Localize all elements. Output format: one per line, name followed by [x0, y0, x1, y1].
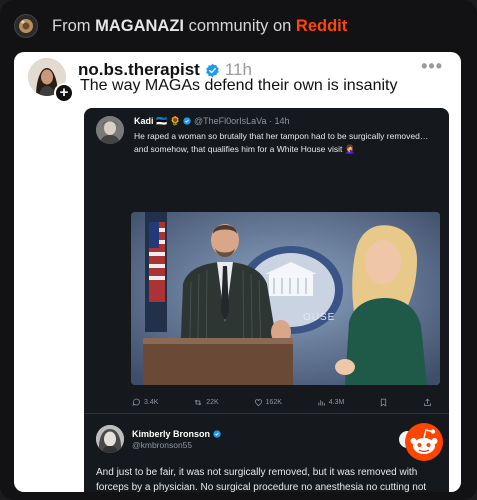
tweet-avatar-photo-icon	[96, 116, 124, 144]
reply-text: And just to be fair, it was not surgical…	[96, 467, 427, 492]
view-count-value: 4.3M	[328, 399, 345, 406]
share-action	[423, 398, 432, 407]
follow-plus-icon[interactable]: +	[54, 83, 74, 103]
community-header: From MAGANAZI community on Reddit	[0, 0, 477, 52]
tweet-actions: 3.4K 22K 162K 4.3M	[132, 398, 432, 407]
reply-count: 3.4K	[132, 398, 158, 407]
reply-icon	[132, 398, 140, 406]
tweet-name-emoji: 🇪🇪 🌻	[156, 116, 181, 126]
share-icon	[424, 398, 431, 406]
photo-sign-text: OUSE	[303, 312, 335, 323]
retweet-count: 22K	[193, 398, 219, 407]
retweet-icon	[194, 399, 202, 406]
embedded-tweet-screenshot[interactable]: Kadi 🇪🇪 🌻 @TheFl0orIsLaVa · 14h He raped…	[84, 108, 449, 492]
author-username[interactable]: no.bs.therapist	[78, 60, 200, 79]
reply-author-avatar	[96, 425, 124, 453]
community-logo-icon	[19, 19, 33, 33]
heart-icon	[254, 399, 262, 406]
bookmark-icon	[380, 398, 387, 407]
reply-author-handle: @kmbronson55	[132, 439, 193, 450]
bookmark-action	[379, 398, 388, 407]
tweet-name-line: Kadi 🇪🇪 🌻 @TheFl0orIsLaVa · 14h	[134, 116, 434, 127]
retweet-count-value: 22K	[206, 399, 219, 406]
reddit-label[interactable]: Reddit	[296, 17, 347, 35]
view-count: 4.3M	[317, 398, 345, 407]
post-card: + no.bs.therapist 11h ••• The way MAGAs d…	[14, 52, 461, 492]
community-source-text: From MAGANAZI community on Reddit	[52, 17, 347, 36]
community-on-label: community on	[188, 16, 292, 35]
post-time: 11h	[224, 59, 252, 79]
press-room-photo-icon: OUSE	[131, 212, 440, 385]
views-chart-icon	[318, 400, 325, 406]
community-name[interactable]: MAGANAZI	[95, 17, 184, 35]
tweet-verified-icon	[183, 116, 192, 126]
tweet-handle-time: @TheFl0orIsLaVa · 14h	[193, 116, 290, 126]
reply-header: Kimberly Bronson @kmbronson55 Follow	[96, 425, 441, 453]
tweet-author-avatar	[96, 116, 124, 144]
reply-author-name: Kimberly Bronson	[132, 428, 211, 439]
screenshot-frame: From MAGANAZI community on Reddit + no.b…	[0, 0, 477, 500]
tweet-header: Kadi 🇪🇪 🌻 @TheFl0orIsLaVa · 14h He raped…	[96, 116, 434, 155]
reddit-snoo-icon[interactable]	[404, 422, 444, 462]
from-label: From	[52, 16, 91, 35]
reply-author-line: Kimberly Bronson	[132, 429, 221, 439]
community-avatar[interactable]	[14, 14, 38, 38]
post-caption: The way MAGAs defend their own is insani…	[80, 77, 398, 94]
reply-count-value: 3.4K	[144, 399, 159, 406]
more-options-icon[interactable]: •••	[421, 56, 443, 77]
author-avatar-wrap[interactable]: +	[28, 58, 74, 103]
tweet-photo: OUSE	[131, 212, 440, 385]
like-count-value: 162K	[265, 399, 282, 406]
tweet-author-name: Kadi	[134, 116, 154, 126]
tweet-divider	[84, 413, 449, 414]
reply-avatar-photo-icon	[96, 425, 124, 453]
like-count: 162K	[254, 398, 282, 407]
tweet-text: He raped a woman so brutally that her ta…	[134, 131, 429, 154]
reply-verified-icon	[212, 429, 221, 439]
